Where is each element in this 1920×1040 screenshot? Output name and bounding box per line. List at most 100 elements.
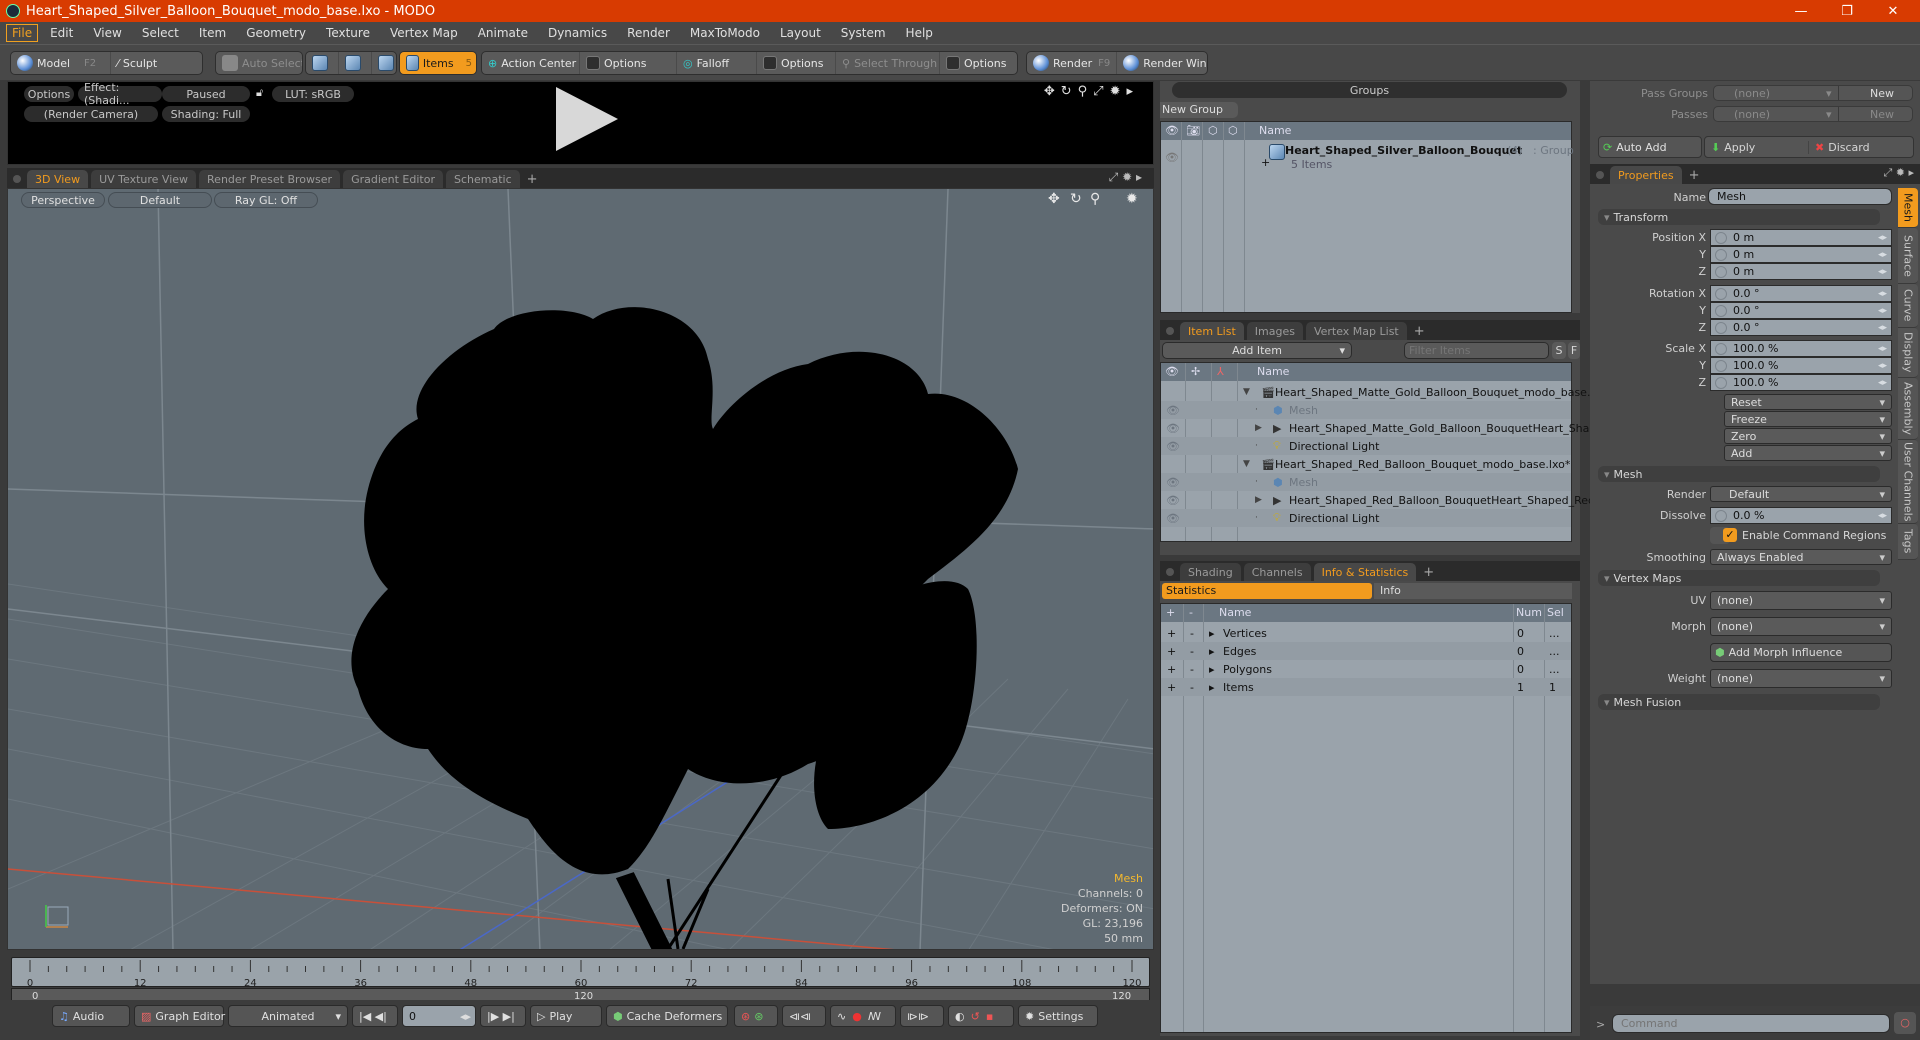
audio-button[interactable]: ♫ Audio [52, 1005, 130, 1027]
menu-file[interactable]: File [6, 24, 39, 42]
gear-icon[interactable]: ✹ [1126, 191, 1138, 207]
select-through-options-button[interactable]: Options [940, 52, 1012, 74]
reset-dropdown[interactable]: Reset [1724, 394, 1892, 410]
item-row[interactable]: 👁︎ · ⬢ Mesh [1161, 473, 1571, 491]
menu-view[interactable]: View [85, 24, 129, 42]
prev-key-buttons[interactable]: ⧏⧏ [782, 1005, 826, 1027]
command-input[interactable] [1612, 1014, 1890, 1033]
preview-shading-dropdown[interactable]: Shading: Full [162, 106, 250, 122]
sculpt-button[interactable]: ⁄ Sculpt [111, 52, 163, 74]
arrow-right-icon[interactable]: ▸ [1908, 166, 1914, 179]
model-button[interactable]: Model F2 [11, 52, 111, 74]
restore-button[interactable]: ❐ [1824, 0, 1870, 22]
add-item-dropdown[interactable]: Add Item ▾ [1162, 342, 1352, 359]
new-pass-button[interactable]: New [1870, 108, 1894, 121]
rotate-icon[interactable]: ↻ [1070, 191, 1082, 207]
tab-images[interactable]: Images [1246, 322, 1303, 340]
viewport-tab-icons[interactable]: ⤢ ✹ ▸ [1109, 170, 1142, 185]
scale-y-field[interactable]: 100.0 % ◂▸ [1710, 357, 1892, 374]
auto-add-button[interactable]: ⟳ Auto Add [1598, 136, 1702, 158]
discard-button[interactable]: ✖ Discard [1809, 141, 1870, 154]
s-button[interactable]: S [1552, 342, 1566, 359]
play-icon[interactable] [556, 87, 618, 151]
tab-schematic[interactable]: Schematic [446, 170, 520, 188]
tab-gradient-editor[interactable]: Gradient Editor [343, 170, 443, 188]
menu-render[interactable]: Render [619, 24, 678, 42]
statistics-subtab[interactable]: Statistics [1162, 583, 1372, 599]
auto-select-button[interactable]: Auto Select [215, 51, 303, 75]
item-row[interactable]: 👁︎ · 💡︎ Directional Light [1161, 437, 1571, 455]
stats-row[interactable]: + - ▸ Edges 0... [1161, 642, 1571, 660]
frame-stepper-icon[interactable]: ◂▸ [460, 1010, 471, 1023]
enable-command-regions-checkbox[interactable]: ✓ [1723, 528, 1737, 542]
preview-nav-icons[interactable]: ✥↻⚲⤢✹▸ [1044, 84, 1139, 99]
expand-stat-icon[interactable]: + [1167, 627, 1176, 640]
new-pass-group-button[interactable]: New [1870, 87, 1894, 100]
new-group-button[interactable]: New Group [1160, 102, 1238, 118]
rotation-z-field[interactable]: 0.0 ° ◂▸ [1710, 319, 1892, 336]
rotate-icon[interactable]: ↻ [1061, 84, 1078, 99]
tab-channels[interactable]: Channels [1243, 563, 1311, 581]
mesh-fusion-section[interactable]: ▾ Mesh Fusion [1598, 694, 1880, 710]
smoothing-dropdown[interactable]: Always Enabled [1710, 549, 1892, 565]
maximize-icon[interactable]: ⤢ [1883, 166, 1892, 179]
position-x-field[interactable]: 0 m ◂▸ [1710, 229, 1892, 246]
collapse-all-icon[interactable]: - [1189, 606, 1193, 619]
properties-tab-icons[interactable]: ⤢ ✹ ▸ [1883, 166, 1914, 180]
key-down-icon[interactable]: ⊛ [754, 1010, 763, 1023]
render-dropdown[interactable]: Default [1710, 486, 1892, 502]
tab-uv-texture-view[interactable]: UV Texture View [91, 170, 197, 188]
expand-stat-icon[interactable]: + [1167, 681, 1176, 694]
menu-edit[interactable]: Edit [42, 24, 81, 42]
morph-dropdown[interactable]: (none) [1710, 617, 1892, 636]
menu-vertex-map[interactable]: Vertex Map [382, 24, 466, 42]
item-row[interactable]: 👁︎▶▶Heart_Shaped_Red_Balloon_BouquetHear… [1161, 491, 1716, 509]
menu-layout[interactable]: Layout [772, 24, 829, 42]
preview-options-button[interactable]: Options [24, 86, 74, 102]
menu-select[interactable]: Select [134, 24, 187, 42]
visibility-toggle-icon[interactable]: 👁︎ [1166, 404, 1180, 417]
falloff-options-button[interactable]: Options [757, 52, 836, 74]
transform-section[interactable]: ▾ Transform [1598, 209, 1880, 225]
item-row[interactable]: 👁︎ ▶ ▶ Heart_Shaped_Matte_Gold_Balloon_Bouq… [1161, 419, 1799, 437]
falloff-button[interactable]: ◎ Falloff [677, 52, 757, 74]
gear-icon[interactable]: ✹ [1110, 84, 1127, 99]
add-tab-icon[interactable]: + [1410, 322, 1429, 340]
goto-start-button[interactable]: |◀ ◀| [352, 1005, 398, 1027]
render-button[interactable]: Render F9 [1027, 52, 1118, 74]
maximize-icon[interactable]: ⤢ [1109, 170, 1119, 184]
collapse-stat-icon[interactable]: - [1190, 681, 1194, 694]
pass-groups-dropdown[interactable]: (none) ▾ New [1713, 85, 1913, 101]
filter-items-input[interactable] [1404, 342, 1549, 359]
expand-toggle-icon[interactable]: ▸ [1209, 681, 1215, 694]
animated-dropdown[interactable]: Animated ▾ [228, 1005, 348, 1027]
dissolve-field[interactable]: 0.0 % ◂▸ [1710, 507, 1892, 524]
add-tab-icon[interactable]: + [1419, 563, 1438, 581]
gear-icon[interactable]: ✹ [1122, 170, 1132, 184]
raygl-dropdown[interactable]: Ray GL: Off [214, 192, 318, 208]
minimize-button[interactable]: — [1778, 0, 1824, 22]
side-tab-user-channels[interactable]: User Channels [1898, 440, 1918, 524]
tab-shading[interactable]: Shading [1180, 563, 1241, 581]
uv-dropdown[interactable]: (none) [1710, 591, 1892, 610]
expand-stat-icon[interactable]: + [1167, 645, 1176, 658]
preview-effect-dropdown[interactable]: Effect: (Shadi... [78, 81, 162, 107]
menu-system[interactable]: System [833, 24, 894, 42]
prev-key-icon[interactable]: ⧏⧏ [789, 1010, 811, 1023]
expand-stat-icon[interactable]: + [1167, 663, 1176, 676]
menu-dynamics[interactable]: Dynamics [540, 24, 615, 42]
group-row[interactable]: 👁︎ + Heart_Shaped_Silver_Balloon_Bouquet… [1161, 142, 1574, 172]
zoom-icon[interactable]: ⚲ [1078, 84, 1094, 99]
stats-row[interactable]: + - ▸ Items 1 1 [1161, 678, 1571, 696]
collapse-stat-icon[interactable]: - [1190, 627, 1194, 640]
graph-editor-button[interactable]: ▨ Graph Editor [134, 1005, 225, 1027]
side-tab-tags[interactable]: Tags [1898, 524, 1918, 560]
add-dropdown[interactable]: Add [1724, 445, 1892, 461]
visibility-toggle-icon[interactable]: 👁︎ [1166, 422, 1180, 435]
gear-icon[interactable]: ✹ [1896, 166, 1905, 179]
timeline-ruler[interactable]: 0 12 24 36 48 60 72 84 96 108 120 [11, 957, 1150, 989]
zero-dropdown[interactable]: Zero [1724, 428, 1892, 444]
next-key-buttons[interactable]: ⧐⧐ [900, 1005, 944, 1027]
settings-button[interactable]: ✹ Settings [1018, 1005, 1098, 1027]
vertex-maps-section[interactable]: ▾ Vertex Maps [1598, 570, 1880, 586]
